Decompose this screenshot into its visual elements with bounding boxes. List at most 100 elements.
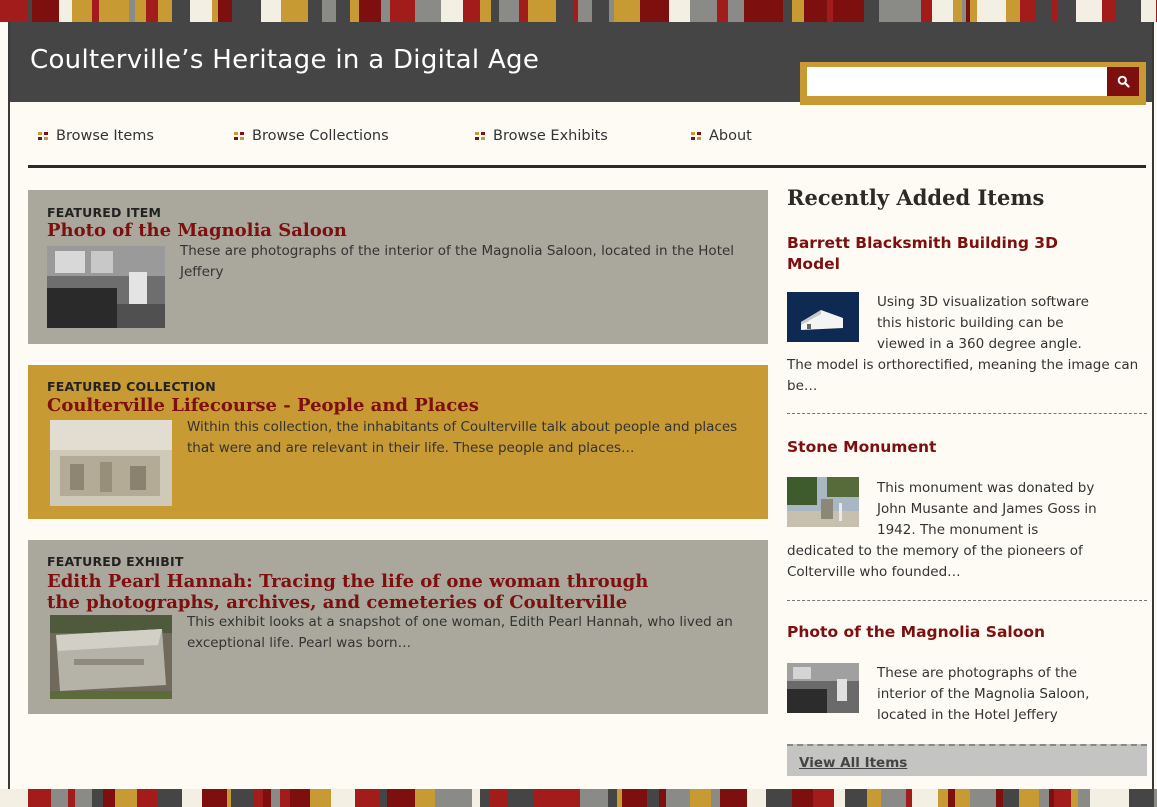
recent-item-title[interactable]: Barrett Blacksmith Building 3D Model (787, 233, 1147, 275)
stripe-segment (415, 0, 441, 22)
stripe-segment (659, 789, 666, 807)
stripe-segment (592, 0, 609, 22)
description-line: 1942. The monument is (877, 522, 1039, 538)
description-line: The model is orthorectified, meaning the… (787, 357, 1139, 394)
stripe-segment (263, 789, 271, 807)
stripe-segment (308, 0, 322, 22)
stripe-segment (458, 789, 472, 807)
stripe-segment (350, 0, 359, 22)
description-line: this historic building can be (877, 315, 1064, 331)
stripe-segment (441, 0, 463, 22)
search-form (800, 62, 1146, 105)
view-all-items-link[interactable]: View All Items (799, 755, 907, 771)
stripe-segment (717, 0, 724, 22)
stripe-segment (182, 789, 202, 807)
stripe-segment (261, 0, 281, 22)
stripe-segment (68, 789, 75, 807)
stripe-segment (970, 0, 977, 22)
featured-exhibit-card: FEATURED EXHIBIT Edith Pearl Hannah: Tra… (28, 540, 768, 714)
stripe-segment (669, 0, 690, 22)
stripe-segment (804, 0, 827, 22)
stripe-segment (744, 0, 768, 22)
stripe-segment (1003, 789, 1019, 807)
stripe-segment (608, 789, 617, 807)
stripe-segment (813, 789, 834, 807)
stripe-segment (561, 789, 580, 807)
featured-item-title[interactable]: Photo of the Magnolia Saloon (47, 220, 347, 241)
stripe-segment (381, 0, 390, 22)
nav-browse-collections[interactable]: Browse Collections (234, 128, 389, 144)
stripe-segment (0, 789, 28, 807)
description-line: Using 3D visualization software (877, 294, 1089, 310)
stripe-segment (491, 0, 499, 22)
stripe-segment (281, 0, 308, 22)
recent-item-title[interactable]: Photo of the Magnolia Saloon (787, 622, 1147, 643)
stripe-segment (1020, 0, 1036, 22)
stripe-segment (768, 0, 783, 22)
featured-collection-title[interactable]: Coulterville Lifecourse - People and Pla… (47, 395, 479, 416)
recent-item-title-line: Model (787, 255, 840, 273)
stripe-segment (912, 789, 938, 807)
nav-browse-items[interactable]: Browse Items (38, 128, 154, 144)
stripe-segment (938, 789, 948, 807)
stripe-segment (103, 789, 115, 807)
stripe-segment (390, 0, 415, 22)
stripe-segment (415, 789, 435, 807)
nav-about[interactable]: About (691, 128, 752, 144)
nav-label: Browse Items (56, 128, 154, 144)
stripe-segment (75, 789, 92, 807)
nav-label: Browse Collections (252, 128, 389, 144)
stripe-segment (59, 0, 72, 22)
stripe-segment (690, 0, 709, 22)
main-navigation: Browse Items Browse Collections Browse E… (10, 122, 1152, 152)
stripe-segment (519, 0, 528, 22)
stripe-segment (528, 0, 556, 22)
nav-browse-exhibits[interactable]: Browse Exhibits (475, 128, 608, 144)
featured-exhibit-description: This exhibit looks at a snapshot of one … (187, 614, 733, 651)
decorative-top-stripe (0, 0, 1157, 22)
description-line: This monument was donated by (877, 480, 1095, 496)
collection-thumbnail[interactable] (50, 420, 172, 506)
stripe-segment (331, 789, 355, 807)
stripe-segment (1106, 789, 1122, 807)
stripe-segment (202, 789, 227, 807)
stripe-segment (150, 0, 158, 22)
stripe-segment (720, 789, 729, 807)
gravestone-thumbnail[interactable] (50, 615, 172, 699)
stripe-segment (647, 789, 659, 807)
site-title[interactable]: Coulterville’s Heritage in a Digital Age (30, 45, 539, 75)
featured-collection-heading: FEATURED COLLECTION (47, 379, 216, 394)
stripe-segment (833, 0, 851, 22)
nav-divider (28, 165, 1146, 168)
stripe-segment (172, 0, 190, 22)
search-input[interactable] (807, 67, 1107, 96)
featured-exhibit-title[interactable]: Edith Pearl Hannah: Tracing the life of … (47, 571, 648, 613)
stripe-segment (1054, 789, 1071, 807)
stripe-segment (747, 789, 766, 807)
stripe-segment (556, 0, 573, 22)
stripe-segment (948, 789, 955, 807)
stripe-segment (953, 0, 962, 22)
stripe-segment (72, 0, 92, 22)
saloon-photo-thumbnail[interactable] (47, 246, 165, 328)
stripe-segment (490, 789, 507, 807)
stripe-segment (1078, 789, 1090, 807)
stripe-segment (690, 789, 711, 807)
stripe-segment (137, 789, 157, 807)
stripe-segment (881, 789, 906, 807)
featured-item-description: These are photographs of the interior of… (180, 243, 735, 280)
stripe-segment (113, 0, 129, 22)
decorative-bottom-stripe (0, 789, 1157, 807)
stripe-segment (51, 789, 68, 807)
stripe-segment (666, 789, 690, 807)
stripe-segment (970, 789, 996, 807)
stripe-segment (135, 0, 146, 22)
stripe-segment (640, 0, 669, 22)
featured-exhibit-heading: FEATURED EXHIBIT (47, 554, 184, 569)
search-button[interactable] (1107, 67, 1139, 96)
recent-item-title[interactable]: Stone Monument (787, 437, 1147, 458)
stripe-segment (32, 0, 59, 22)
recent-item-description: Using 3D visualization software this his… (787, 292, 1149, 397)
recent-item-title-line: Stone Monument (787, 438, 937, 456)
bullet-icon (475, 132, 485, 140)
